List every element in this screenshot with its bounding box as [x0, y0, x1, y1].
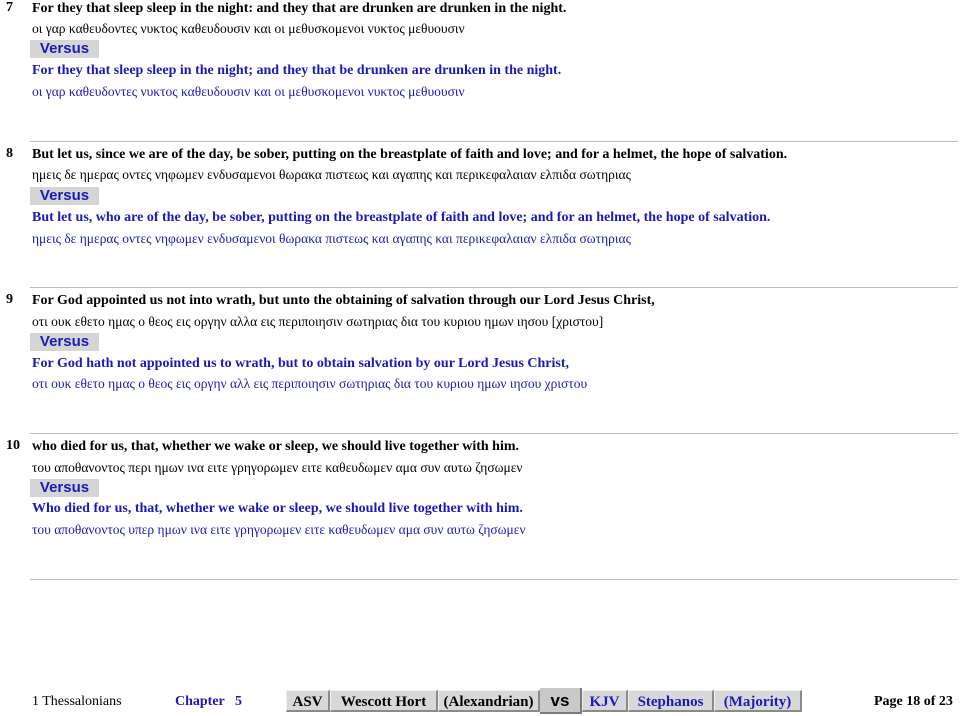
versus-label: Versus — [30, 40, 99, 58]
tab-kjv[interactable]: KJV — [582, 690, 628, 712]
tab-majority[interactable]: (Majority) — [714, 690, 802, 712]
versus-label: Versus — [30, 333, 99, 351]
tab-wescott-hort[interactable]: Wescott Hort — [330, 690, 438, 712]
greek-text-comparison: ημεις δε ημερας οντες νηφωμεν ενδυσαμενο… — [32, 231, 631, 246]
verse-text-comparison: Who died for us, that, whether we wake o… — [32, 501, 523, 516]
verse-number: 10 — [6, 438, 20, 453]
verse-divider — [30, 287, 958, 288]
verse-number: 9 — [6, 292, 13, 307]
versus-label: Versus — [30, 187, 99, 205]
greek-text-primary: οτι ουκ εθετο ημας ο θεος εις οργην αλλα… — [32, 314, 604, 329]
greek-text-primary: οι γαρ καθευδοντες νυκτος καθευδουσιν κα… — [32, 21, 465, 36]
verse-text-primary: who died for us, that, whether we wake o… — [32, 439, 520, 454]
verse-divider — [30, 141, 958, 142]
page-indicator: Page 18 of 23 — [874, 694, 953, 709]
verse-text-primary: For they that sleep sleep in the night: … — [32, 1, 567, 16]
footer-bar: 1 Thessalonians Chapter 5 ASV Wescott Ho… — [0, 688, 960, 716]
greek-text-primary: ημεις δε ημερας οντες νηφωμεν ενδυσαμενο… — [32, 167, 631, 182]
verse-divider — [30, 579, 958, 580]
tab-alexandrian[interactable]: (Alexandrian) — [438, 690, 540, 712]
verse-number: 7 — [6, 0, 13, 15]
verse-text-comparison: For they that sleep sleep in the night; … — [32, 63, 562, 78]
verse-divider — [30, 433, 958, 434]
verse-number: 8 — [6, 146, 13, 161]
verse-text-primary: But let us, since we are of the day, be … — [32, 147, 788, 162]
book-name: 1 Thessalonians — [32, 694, 122, 709]
versus-label: Versus — [30, 479, 99, 497]
tab-stephanos[interactable]: Stephanos — [628, 690, 714, 712]
verse-text-comparison: But let us, who are of the day, be sober… — [32, 210, 771, 225]
greek-text-primary: του αποθανοντος περι ημων ινα ειτε γρηγο… — [32, 460, 523, 475]
tab-asv[interactable]: ASV — [286, 690, 330, 712]
chapter-number: 5 — [235, 694, 242, 709]
chapter-label: Chapter — [175, 694, 225, 709]
verse-text-comparison: For God hath not appointed us to wrath, … — [32, 356, 570, 371]
verse-text-primary: For God appointed us not into wrath, but… — [32, 293, 655, 308]
greek-text-comparison: οι γαρ καθευδοντες νυκτος καθευδουσιν κα… — [32, 84, 465, 99]
vs-button[interactable]: vs — [540, 688, 582, 714]
greek-text-comparison: οτι ουκ εθετο ημας ο θεος εις οργην αλλ … — [32, 376, 588, 391]
greek-text-comparison: του αποθανοντος υπερ ημων ινα ειτε γρηγο… — [32, 522, 526, 537]
